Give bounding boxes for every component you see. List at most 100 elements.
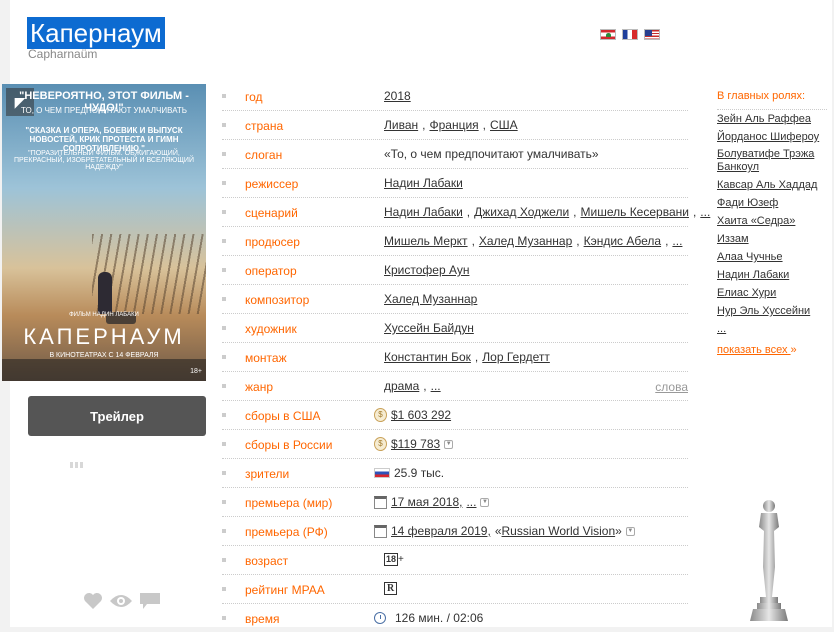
actor-link[interactable]: Нур Эль Хуссейни: [717, 305, 810, 317]
film-info-table: год 2018 страна Ливан, Франция, США слог…: [222, 82, 710, 632]
chevron-down-icon[interactable]: ▼: [444, 439, 454, 449]
distributor-link[interactable]: Russian World Vision: [502, 524, 616, 538]
cast-item: Нур Эль Хуссейни: [717, 302, 827, 320]
info-label: премьера (мир): [245, 496, 333, 510]
info-row-artist: художник Хуссейн Байдун: [222, 314, 688, 343]
actor-link[interactable]: Хаита «Седра» Иззам: [717, 215, 795, 245]
cast-item: Кавсар Аль Хаддад: [717, 176, 827, 194]
poster-credits-strip: [2, 359, 206, 381]
country-link[interactable]: Франция: [429, 118, 478, 132]
info-label: слоган: [245, 148, 283, 162]
flag-usa-icon[interactable]: [644, 29, 660, 40]
genre-link[interactable]: драма: [384, 379, 419, 393]
heart-icon[interactable]: [83, 592, 103, 610]
country-flags: [600, 29, 660, 40]
info-label: год: [245, 90, 263, 104]
info-row-operator: оператор Кристофер Аун: [222, 256, 688, 285]
person-link[interactable]: Мишель Кесервани: [581, 205, 689, 219]
more-link[interactable]: ...: [466, 495, 476, 509]
calendar-icon: [374, 524, 387, 538]
person-link[interactable]: Мишель Меркт: [384, 234, 468, 248]
person-link[interactable]: Надин Лабаки: [384, 205, 463, 219]
info-row-composer: композитор Халед Музаннар: [222, 285, 688, 314]
person-link[interactable]: Лор Гердетт: [482, 350, 550, 364]
chevron-down-icon[interactable]: ▼: [480, 497, 490, 507]
clock-icon: [374, 612, 386, 624]
actor-link[interactable]: Болуватифе Трэжа Банкоул: [717, 148, 814, 173]
premiere-rf-link[interactable]: 14 февраля 2019,: [391, 524, 491, 538]
actor-link[interactable]: Алаа Чучнье: [717, 251, 783, 263]
premiere-world-link[interactable]: 17 мая 2018,: [391, 495, 462, 509]
runtime-value: 126 мин. / 02:06: [395, 611, 484, 625]
year-link[interactable]: 2018: [384, 89, 411, 103]
person-link[interactable]: Кристофер Аун: [384, 263, 469, 277]
actor-link[interactable]: Йорданос Шифероу: [717, 131, 819, 143]
info-label: сборы в США: [245, 409, 321, 423]
person-link[interactable]: Кэндис Абела: [584, 234, 661, 248]
trailer-button[interactable]: Трейлер: [28, 396, 206, 436]
actor-link[interactable]: Елиас Хури: [717, 287, 776, 299]
user-actions: [83, 592, 161, 610]
distributor-prefix: «: [494, 524, 502, 538]
box-office-usa-link[interactable]: $1 603 292: [391, 408, 451, 422]
info-label: композитор: [245, 293, 310, 307]
poster-quote: "СКАЗКА И ОПЕРА, БОЕВИК И ВЫПУСК НОВОСТЕ…: [25, 126, 183, 153]
info-label: режиссер: [245, 177, 299, 191]
viewers-value: 25.9 тыс.: [394, 466, 445, 480]
more-link[interactable]: ...: [700, 205, 710, 219]
info-row-director: режиссер Надин Лабаки: [222, 169, 688, 198]
more-link[interactable]: ...: [672, 234, 682, 248]
cast-item: Елиас Хури: [717, 284, 827, 302]
slogan-text: «То, о чем предпочитают умалчивать»: [384, 147, 599, 161]
box-office-ru-link[interactable]: $119 783: [391, 437, 440, 451]
person-link[interactable]: Константин Бок: [384, 350, 471, 364]
keywords-link[interactable]: слова: [655, 380, 688, 394]
loading-dots-icon: [70, 462, 83, 468]
info-label: монтаж: [245, 351, 287, 365]
chevron-down-icon[interactable]: ▼: [625, 526, 635, 536]
cast-item: Хаита «Седра» Иззам: [717, 212, 827, 248]
oscar-statuette-icon[interactable]: [744, 497, 794, 623]
show-all-cast-link[interactable]: показать всех »: [717, 344, 797, 356]
actor-link[interactable]: Кавсар Аль Хаддад: [717, 179, 817, 191]
poster-image[interactable]: ◤ "НЕВЕРОЯТНО, ЭТОТ ФИЛЬМ - ЧУДО!" ТО, О…: [2, 84, 206, 381]
info-label: художник: [245, 322, 297, 336]
info-row-viewers: зрители 25.9 тыс.: [222, 459, 688, 488]
person-link[interactable]: Халед Музаннар: [479, 234, 572, 248]
country-link[interactable]: Ливан: [384, 118, 418, 132]
poster-tagline: ТО, О ЧЕМ ПРЕДПОЧИТАЮТ УМАЛЧИВАТЬ: [20, 106, 188, 115]
person-link[interactable]: Надин Лабаки: [384, 176, 463, 190]
person-link[interactable]: Халед Музаннар: [384, 292, 477, 306]
flag-france-icon[interactable]: [622, 29, 638, 40]
poster-quote-2: "ПОРАЗИТЕЛЬНЫЙ ФИЛЬМ. ОБЖИГАЮЩИЙ, ПРЕКРА…: [14, 150, 194, 171]
info-row-box-ru: сборы в России $ $119 783 ▼: [222, 430, 688, 459]
info-row-producer: продюсер Мишель Меркт, Халед Музаннар, К…: [222, 227, 688, 256]
info-label: жанр: [245, 380, 274, 394]
actor-link[interactable]: Надин Лабаки: [717, 269, 789, 281]
info-label: оператор: [245, 264, 297, 278]
mpaa-rating-badge[interactable]: R: [384, 582, 398, 595]
actor-link[interactable]: Фади Юзеф: [717, 197, 778, 209]
flag-lebanon-icon[interactable]: [600, 29, 616, 40]
info-label: страна: [245, 119, 284, 133]
age-rating-badge[interactable]: 18: [384, 553, 399, 566]
coins-icon: $: [374, 408, 387, 422]
cast-item: Болуватифе Трэжа Банкоул: [717, 146, 827, 176]
info-row-slogan: слоган «То, о чем предпочитают умалчиват…: [222, 140, 688, 169]
info-label: зрители: [245, 467, 290, 481]
more-link[interactable]: ...: [717, 323, 726, 335]
comment-icon[interactable]: [139, 592, 161, 610]
person-link[interactable]: Хуссейн Байдун: [384, 321, 474, 335]
person-link[interactable]: Джихад Ходжели: [474, 205, 569, 219]
cast-sidebar: В главных ролях: Зейн Аль Раффеа Йордано…: [717, 90, 827, 356]
info-row-writer: сценарий Надин Лабаки, Джихад Ходжели, М…: [222, 198, 710, 227]
actor-link[interactable]: Зейн Аль Раффеа: [717, 113, 811, 125]
info-row-premiere-world: премьера (мир) 17 мая 2018, ... ▼: [222, 488, 688, 517]
cast-item: Зейн Аль Раффеа: [717, 110, 827, 128]
info-row-genre: жанр драма, ... слова: [222, 372, 688, 401]
eye-icon[interactable]: [109, 593, 133, 609]
cast-title: В главных ролях:: [717, 90, 806, 102]
info-row-year: год 2018: [222, 82, 688, 111]
country-link[interactable]: США: [490, 118, 518, 132]
more-link[interactable]: ...: [431, 379, 441, 393]
